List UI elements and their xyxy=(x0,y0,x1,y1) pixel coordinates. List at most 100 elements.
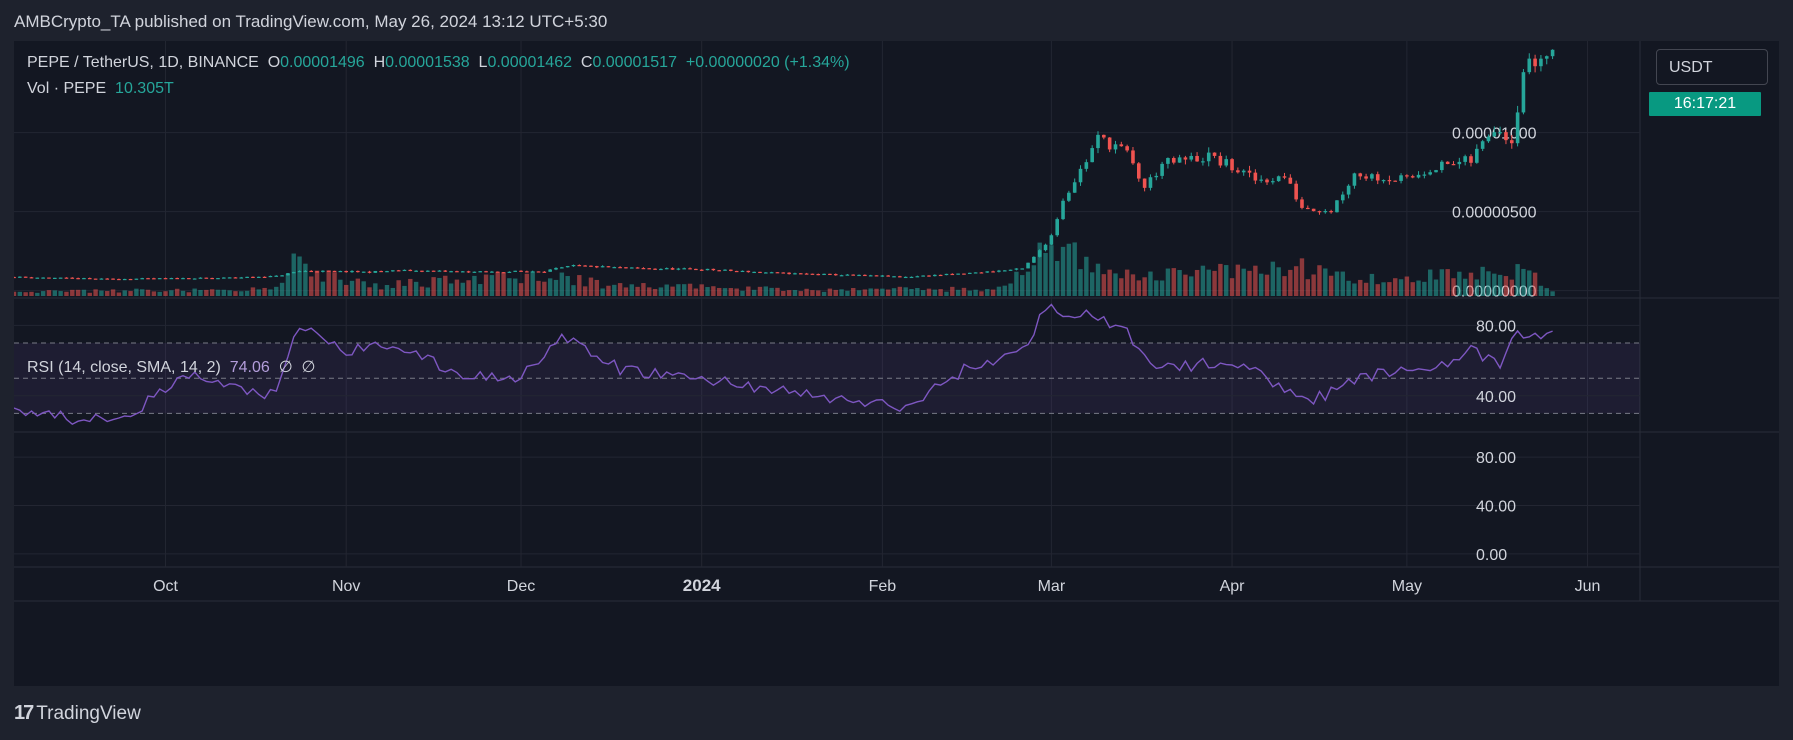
candle-body xyxy=(146,278,150,280)
candle-body xyxy=(420,270,424,272)
volume-bar xyxy=(798,291,803,296)
volume-bar xyxy=(571,285,576,296)
candle-body xyxy=(1527,58,1532,73)
volume-bar xyxy=(17,291,23,296)
volume-bar xyxy=(1497,274,1503,296)
volume-bar xyxy=(682,284,687,296)
rsi-legend: RSI (14, close, SMA, 14, 2) 74.06 ∅ ∅ xyxy=(27,357,315,377)
candle-body xyxy=(670,268,675,270)
volume-bar xyxy=(891,288,897,296)
candle-body xyxy=(1020,268,1025,270)
candle-body xyxy=(1247,170,1252,173)
volume-bar xyxy=(390,287,396,296)
volume-bar xyxy=(320,281,326,296)
volume-bar xyxy=(437,277,442,296)
candle-body xyxy=(391,270,395,272)
candle-body xyxy=(973,272,978,274)
candle-body xyxy=(1224,159,1229,166)
candle-body xyxy=(711,268,716,271)
currency-button[interactable]: USDT xyxy=(1656,49,1768,85)
candle-body xyxy=(967,272,972,275)
volume-bar xyxy=(1194,269,1200,296)
candle-body xyxy=(717,270,721,272)
volume-bar xyxy=(1043,252,1048,296)
candle-body xyxy=(1049,235,1054,245)
candle-body xyxy=(157,278,162,280)
candle-body xyxy=(1387,180,1392,182)
tradingview-brand[interactable]: 17 TradingView xyxy=(14,702,141,725)
volume-bar xyxy=(291,253,296,296)
candle-body xyxy=(449,271,453,273)
symbol-title: PEPE / TetherUS, 1D, BINANCE xyxy=(27,54,259,71)
candle-body xyxy=(402,269,407,272)
volume-bar xyxy=(443,275,448,296)
volume-bar xyxy=(687,283,693,296)
volume-bar xyxy=(926,288,932,296)
volume-bar xyxy=(110,289,116,296)
volume-bar xyxy=(985,289,990,296)
candle-body xyxy=(18,276,22,278)
candle-body xyxy=(1469,156,1473,163)
candle-body xyxy=(507,271,512,273)
volume-bar xyxy=(1527,270,1532,296)
volume-bar xyxy=(268,289,273,296)
candle-body xyxy=(379,270,383,273)
volume-bar xyxy=(285,273,291,296)
volume-bar xyxy=(903,287,908,296)
volume-bar xyxy=(134,288,139,296)
x-tick-label: Mar xyxy=(1038,578,1066,595)
volume-bar xyxy=(1451,278,1456,296)
candle-body xyxy=(868,275,873,277)
candle-body xyxy=(192,278,197,280)
volume-bar xyxy=(1124,269,1130,296)
high-label: H xyxy=(373,54,386,71)
candle-body xyxy=(216,278,220,280)
volume-bar xyxy=(1375,284,1380,296)
volume-bar xyxy=(565,276,570,296)
candle-body xyxy=(47,277,51,279)
candle-body xyxy=(1037,250,1042,257)
volume-bar xyxy=(1031,265,1037,296)
candle-body xyxy=(52,277,57,280)
volume-bar xyxy=(1171,268,1176,296)
volume-bar xyxy=(1130,274,1136,296)
volume-bar xyxy=(192,288,197,296)
candle-body xyxy=(1300,199,1304,208)
candle-body xyxy=(892,276,896,278)
volume-bar xyxy=(699,284,704,296)
candle-body xyxy=(1067,192,1071,201)
volume-bar xyxy=(1550,291,1555,296)
candle-body xyxy=(1166,158,1170,164)
volume-bar xyxy=(209,289,215,296)
volume-bar xyxy=(938,289,943,296)
volume-bar xyxy=(361,281,366,296)
volume-bar xyxy=(1049,245,1054,296)
candle-body xyxy=(571,265,576,267)
candle-body xyxy=(82,278,86,280)
candle-body xyxy=(1416,174,1421,178)
volume-bar xyxy=(559,272,565,296)
rsi-tick-label: 80.00 xyxy=(1476,318,1516,335)
volume-bar xyxy=(46,290,52,296)
volume-bar xyxy=(751,289,757,296)
candle-body xyxy=(554,267,558,270)
volume-bar xyxy=(256,289,261,296)
volume-bar xyxy=(198,289,203,296)
candle-body xyxy=(909,276,914,279)
candle-body xyxy=(1428,172,1432,175)
candle-body xyxy=(624,267,628,269)
volume-bar xyxy=(1119,278,1124,296)
volume-bar xyxy=(967,290,972,296)
volume-bar xyxy=(944,291,949,296)
volume-bar xyxy=(355,278,361,296)
volume-bar xyxy=(1136,280,1141,296)
candle-body xyxy=(210,277,214,280)
volume-bar xyxy=(623,287,629,296)
volume-bar xyxy=(1224,265,1229,296)
volume-bar xyxy=(856,290,862,296)
candle-body xyxy=(857,274,861,277)
candle-body xyxy=(332,270,337,273)
candle-body xyxy=(1177,157,1182,163)
volume-bar xyxy=(1020,275,1025,296)
volume-bar xyxy=(979,291,984,296)
